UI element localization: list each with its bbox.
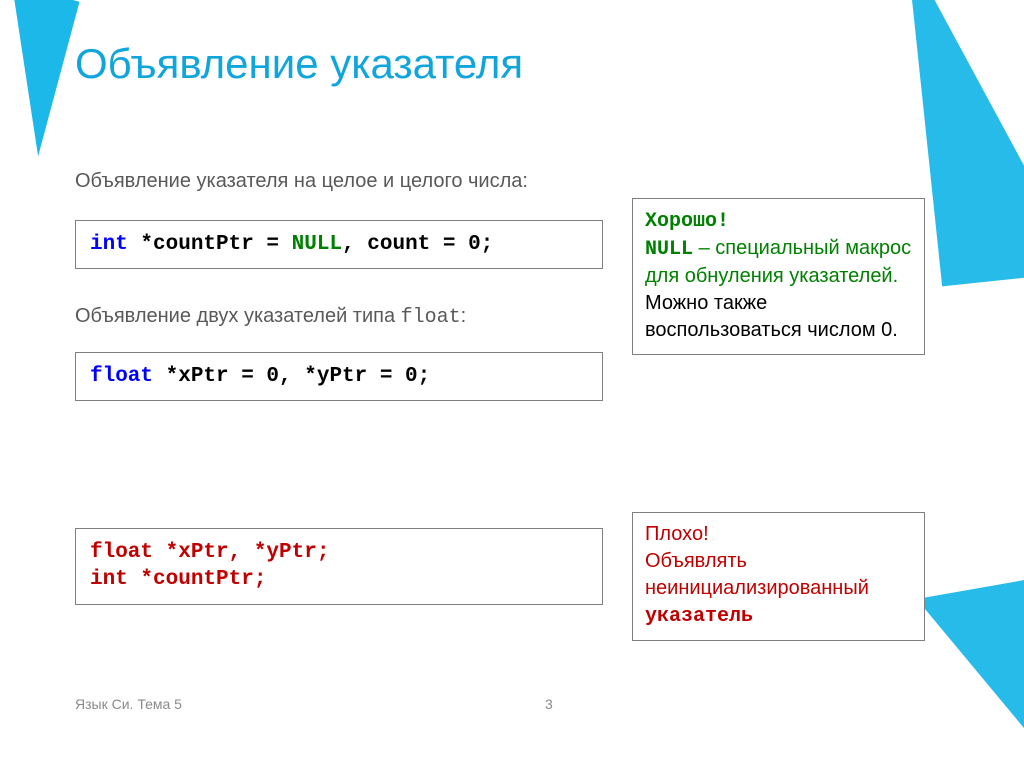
code-box-1: int *countPtr = NULL, count = 0; bbox=[75, 220, 603, 269]
code-box-3: float *xPtr, *yPtr; int *countPtr; bbox=[75, 528, 603, 605]
code1-null: NULL bbox=[292, 233, 342, 256]
note-bad-l1: Объявлять неинициализированный bbox=[645, 550, 869, 599]
footer-text: Язык Си. Тема 5 bbox=[75, 696, 182, 712]
code1-mid1: *countPtr = bbox=[128, 233, 292, 256]
intro2-suffix: : bbox=[461, 305, 467, 327]
intro-text-2: Объявление двух указателей типа float: bbox=[75, 305, 466, 329]
code1-keyword: int bbox=[90, 233, 128, 256]
note-good: Хорошо! NULL – специальный макрос для об… bbox=[632, 198, 925, 355]
code-box-2: float *xPtr = 0, *yPtr = 0; bbox=[75, 352, 603, 401]
intro-text-1: Объявление указателя на целое и целого ч… bbox=[75, 170, 528, 193]
note-good-l2: Можно также воспользоваться числом 0. bbox=[645, 292, 898, 341]
code2-rest: *xPtr = 0, *yPtr = 0; bbox=[153, 365, 430, 388]
intro2-mono: float bbox=[401, 306, 461, 329]
slide-title: Объявление указателя bbox=[75, 40, 523, 88]
note-bad-title: Плохо! bbox=[645, 523, 709, 545]
note-bad-mono: указатель bbox=[645, 605, 753, 628]
page-number: 3 bbox=[545, 696, 553, 712]
code3-line2: int *countPtr; bbox=[90, 568, 266, 591]
code2-keyword: float bbox=[90, 365, 153, 388]
decor-triangle-bottom-right bbox=[917, 578, 1024, 767]
code3-line1: float *xPtr, *yPtr; bbox=[90, 541, 329, 564]
code1-mid2: , count = 0; bbox=[342, 233, 493, 256]
note-good-title: Хорошо! bbox=[645, 210, 729, 233]
note-bad: Плохо! Объявлять неинициализированный ук… bbox=[632, 512, 925, 641]
intro2-prefix: Объявление двух указателей типа bbox=[75, 305, 401, 327]
note-good-null: NULL bbox=[645, 238, 693, 261]
slide: Объявление указателя Объявление указател… bbox=[0, 0, 1024, 767]
decor-triangle-top-left bbox=[0, 0, 80, 156]
